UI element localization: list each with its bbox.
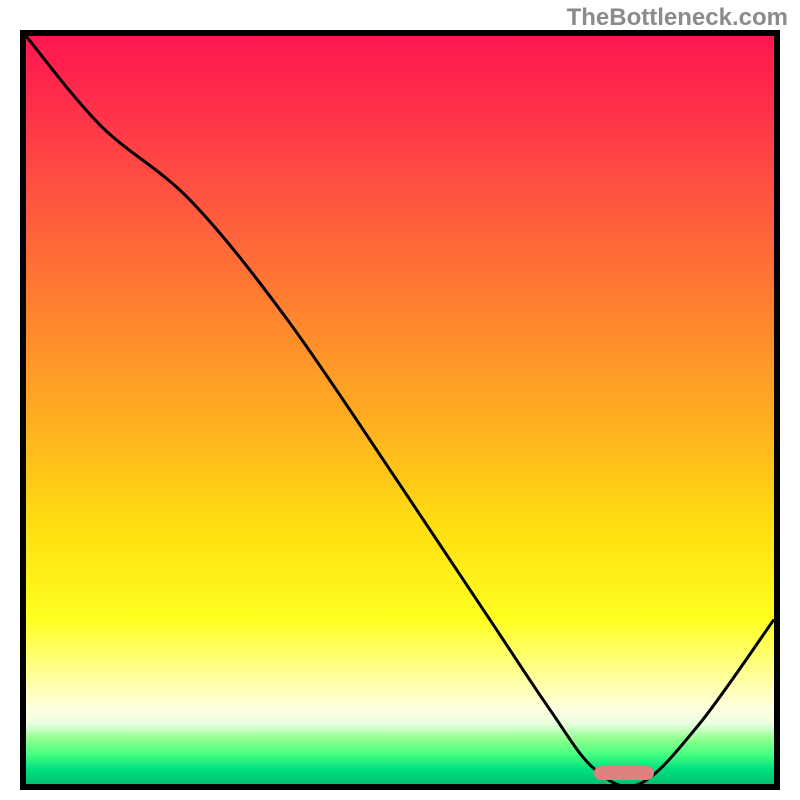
optimal-range-marker	[594, 766, 654, 780]
watermark: TheBottleneck.com	[567, 4, 788, 32]
chart-area	[20, 30, 780, 790]
bottleneck-curve	[26, 36, 774, 784]
